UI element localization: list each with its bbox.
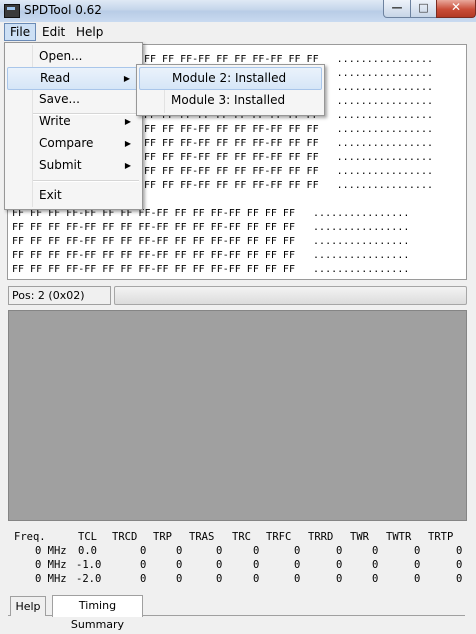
timing-cell: 0 bbox=[216, 573, 223, 585]
timing-cell: 0 bbox=[216, 559, 223, 571]
progress-bar bbox=[114, 286, 467, 305]
file-menu-dropdown: Open... Read ▶ Save... Write ▶ Compare ▶… bbox=[4, 42, 143, 210]
timing-cell: 0 bbox=[414, 573, 421, 585]
menu-item-label: Submit bbox=[39, 158, 82, 172]
timing-cell: 0 bbox=[176, 545, 183, 557]
position-indicator: Pos: 2 (0x02) bbox=[8, 286, 111, 305]
timing-cell: 0 bbox=[140, 559, 147, 571]
timing-cell: 0 bbox=[140, 573, 147, 585]
menu-separator bbox=[33, 180, 139, 182]
menu-bar: File Edit Help bbox=[0, 22, 476, 42]
timing-cell: 0 bbox=[336, 573, 343, 585]
menu-help[interactable]: Help bbox=[71, 24, 108, 40]
timing-header: Freq. bbox=[14, 531, 46, 543]
tab-help[interactable]: Help bbox=[10, 596, 46, 616]
timing-table: Freq. TCL TRCD TRP TRAS TRC TRFC TRRD TW… bbox=[0, 527, 476, 589]
timing-cell: 0 bbox=[140, 545, 147, 557]
menu-item-label: Compare bbox=[39, 136, 94, 150]
timing-cell: 0 bbox=[253, 545, 260, 557]
timing-cell: 0 bbox=[336, 559, 343, 571]
window-title: SPDTool 0.62 bbox=[24, 3, 102, 17]
hex-line: FF FF FF-FF FF FF FF-FF FF FF ..........… bbox=[144, 166, 433, 177]
app-icon bbox=[4, 4, 20, 18]
timing-header: TWTR bbox=[386, 531, 412, 543]
timing-cell: 0 bbox=[372, 573, 379, 585]
hex-line: FF FF FF FF-FF FF FF FF-FF FF FF FF-FF F… bbox=[12, 250, 410, 261]
timing-cell: -1.0 bbox=[76, 559, 102, 571]
menu-item-submit[interactable]: Submit ▶ bbox=[7, 155, 140, 176]
hex-line: FF FF FF-FF FF FF FF-FF FF FF ..........… bbox=[144, 152, 433, 163]
hex-line: FF FF FF-FF FF FF FF-FF FF FF ..........… bbox=[144, 138, 433, 149]
timing-cell: 0 bbox=[414, 545, 421, 557]
menu-item-label: Write bbox=[39, 114, 71, 128]
hex-line: FF FF FF-FF FF FF FF-FF FF FF ..........… bbox=[144, 180, 433, 191]
read-submenu: Module 2: Installed Module 3: Installed bbox=[136, 64, 325, 116]
timing-header: TRTP bbox=[428, 531, 454, 543]
timing-cell: 0 bbox=[456, 559, 463, 571]
menu-item-compare[interactable]: Compare ▶ bbox=[7, 133, 140, 154]
timing-cell: 0 MHz bbox=[35, 573, 67, 585]
timing-cell: 0 bbox=[456, 573, 463, 585]
timing-cell: 0 bbox=[294, 573, 301, 585]
menu-item-module-2[interactable]: Module 2: Installed bbox=[139, 67, 322, 90]
tab-timing-summary[interactable]: Timing Summary bbox=[52, 595, 143, 631]
module-info-panel bbox=[8, 310, 467, 521]
submenu-arrow-icon: ▶ bbox=[123, 74, 130, 83]
timing-cell: 0 bbox=[294, 559, 301, 571]
timing-cell: 0 bbox=[176, 573, 183, 585]
timing-header: TRRD bbox=[308, 531, 334, 543]
title-bar: SPDTool 0.62 — □ ✕ bbox=[0, 0, 476, 23]
hex-line: FF FF FF FF-FF FF FF FF-FF FF FF FF-FF F… bbox=[12, 264, 410, 275]
timing-header: TCL bbox=[78, 531, 97, 543]
timing-header: TRCD bbox=[112, 531, 138, 543]
minimize-button[interactable]: — bbox=[383, 0, 411, 18]
maximize-icon: □ bbox=[418, 1, 429, 14]
menu-edit[interactable]: Edit bbox=[37, 24, 70, 40]
menu-item-label: Module 3: Installed bbox=[171, 93, 286, 107]
maximize-button[interactable]: □ bbox=[410, 0, 437, 18]
menu-item-read[interactable]: Read ▶ bbox=[7, 67, 140, 90]
menu-file[interactable]: File bbox=[4, 23, 37, 41]
timing-cell: 0 bbox=[176, 559, 183, 571]
minimize-icon: — bbox=[391, 1, 403, 14]
timing-header: TRP bbox=[153, 531, 172, 543]
hex-line: FF FF FF FF-FF FF FF FF-FF FF FF FF-FF F… bbox=[12, 222, 410, 233]
menu-item-exit[interactable]: Exit bbox=[7, 185, 140, 206]
close-icon: ✕ bbox=[450, 0, 462, 14]
timing-cell: 0 bbox=[372, 559, 379, 571]
menu-item-label: Exit bbox=[39, 188, 62, 202]
hex-line: FF FF FF FF-FF FF FF FF-FF FF FF FF-FF F… bbox=[12, 236, 410, 247]
menu-item-label: Module 2: Installed bbox=[172, 71, 287, 85]
timing-cell: 0 bbox=[253, 573, 260, 585]
close-button[interactable]: ✕ bbox=[436, 0, 476, 18]
submenu-arrow-icon: ▶ bbox=[124, 117, 131, 126]
timing-cell: 0 MHz bbox=[35, 545, 67, 557]
menu-item-write[interactable]: Write ▶ bbox=[7, 111, 140, 132]
timing-header: TRAS bbox=[189, 531, 215, 543]
submenu-arrow-icon: ▶ bbox=[124, 161, 131, 170]
hex-line: FF FF FF-FF FF FF FF-FF FF FF ..........… bbox=[144, 124, 433, 135]
timing-cell: 0 bbox=[253, 559, 260, 571]
submenu-arrow-icon: ▶ bbox=[124, 139, 131, 148]
timing-cell: 0 bbox=[336, 545, 343, 557]
menu-item-label: Save... bbox=[39, 92, 80, 106]
timing-cell: 0 MHz bbox=[35, 559, 67, 571]
timing-cell: 0 bbox=[294, 545, 301, 557]
timing-cell: 0 bbox=[456, 545, 463, 557]
menu-item-label: Read bbox=[40, 71, 71, 85]
timing-header: TWR bbox=[350, 531, 369, 543]
timing-cell: 0.0 bbox=[78, 545, 97, 557]
timing-cell: 0 bbox=[216, 545, 223, 557]
menu-item-save[interactable]: Save... bbox=[7, 89, 140, 110]
menu-item-open[interactable]: Open... bbox=[7, 46, 140, 67]
timing-cell: 0 bbox=[414, 559, 421, 571]
timing-cell: 0 bbox=[372, 545, 379, 557]
timing-header: TRC bbox=[232, 531, 251, 543]
timing-header: TRFC bbox=[266, 531, 292, 543]
menu-item-label: Open... bbox=[39, 49, 83, 63]
timing-cell: -2.0 bbox=[76, 573, 102, 585]
menu-item-module-3[interactable]: Module 3: Installed bbox=[139, 90, 322, 111]
